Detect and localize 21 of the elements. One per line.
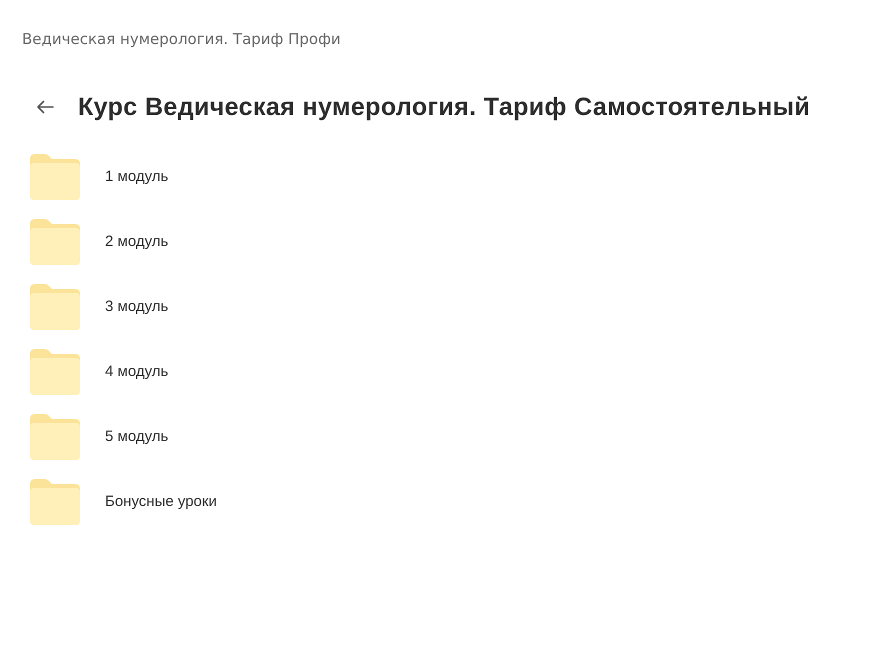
- breadcrumb-link[interactable]: Ведическая нумерология. Тариф Профи: [22, 29, 341, 49]
- folder-item[interactable]: 3 модуль: [30, 274, 168, 339]
- folder-name: 5 модуль: [105, 428, 168, 445]
- folder-icon: [30, 218, 80, 264]
- folder-icon: [30, 478, 80, 524]
- page-title: Курс Ведическая нумерология. Тариф Самостоятельный: [78, 92, 810, 122]
- folder-name: 4 модуль: [105, 363, 168, 380]
- folder-item[interactable]: 5 модуль: [30, 404, 168, 469]
- folder-icon: [30, 414, 80, 460]
- folder-item[interactable]: Бонусные уроки: [30, 469, 217, 534]
- back-arrow-icon: [36, 100, 54, 114]
- folder-name: 3 модуль: [105, 298, 168, 315]
- folder-icon: [30, 284, 80, 330]
- folder-item[interactable]: 4 модуль: [30, 339, 168, 404]
- folder-item[interactable]: 1 модуль: [30, 144, 168, 209]
- folder-name: Бонусные уроки: [105, 493, 217, 510]
- folder-item[interactable]: 2 модуль: [30, 209, 168, 274]
- folder-name: 1 модуль: [105, 168, 168, 185]
- folder-icon: [30, 348, 80, 394]
- folder-icon: [30, 154, 80, 200]
- folder-name: 2 модуль: [105, 233, 168, 250]
